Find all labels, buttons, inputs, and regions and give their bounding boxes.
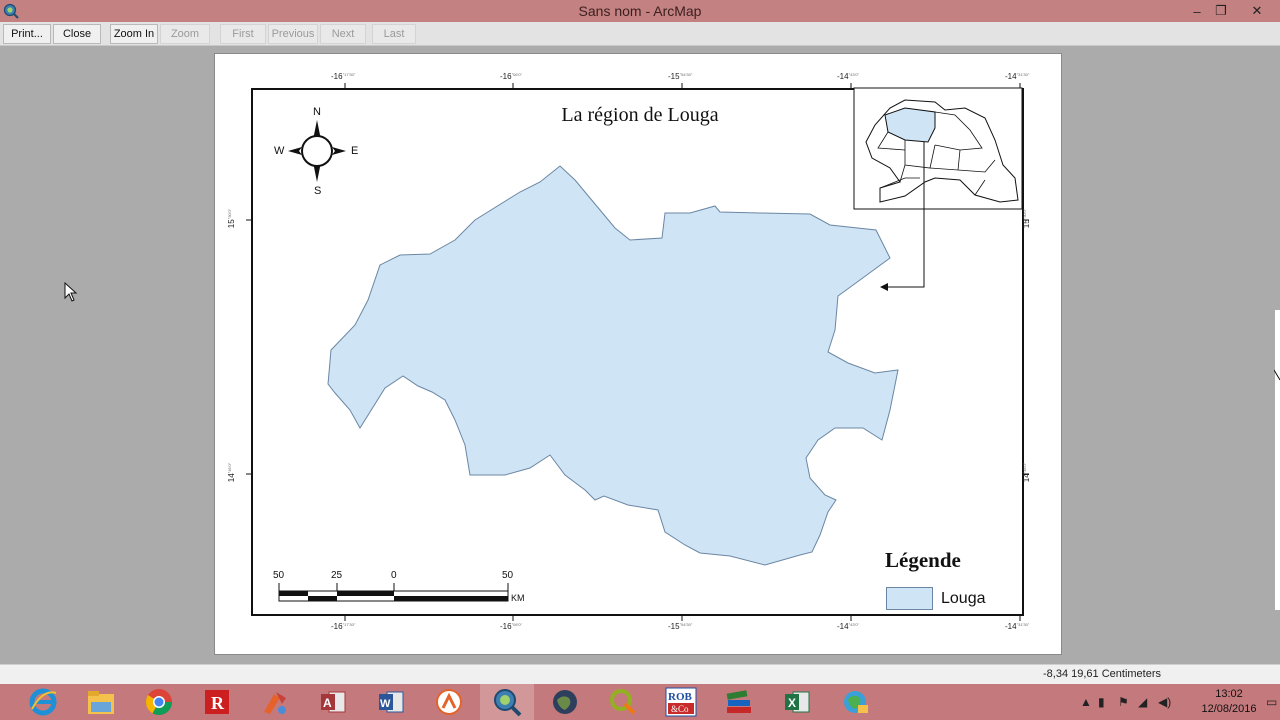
left-tick-label: 14°45'0" [227,462,237,483]
bottom-tick-label: -16°06'0" [500,622,523,631]
map-title: La région de Louga [561,104,719,126]
arcmap-taskbar-icon[interactable] [480,684,534,720]
file-explorer-icon[interactable] [74,684,128,720]
paint-app-icon[interactable] [248,684,302,720]
network-signal-icon[interactable]: ◢ [1138,695,1158,709]
red-r-app-icon[interactable]: R [190,684,244,720]
louga-region-polygon[interactable] [327,165,899,566]
status-bar: -8,34 19,61 Centimeters [0,664,1280,684]
compass-south-label: S [314,185,322,197]
north-arrow-icon [288,120,346,182]
scale-label: 50 [502,570,514,581]
legend-title: Légende [885,548,961,572]
top-tick-label: -15°54'30" [668,72,693,81]
svg-text:X: X [788,696,796,710]
taskbar-clock[interactable]: 13:02 12/08/2016 [1196,687,1262,717]
access-icon[interactable]: A [306,684,360,720]
word-icon[interactable]: W [364,684,418,720]
internet-explorer-icon[interactable] [16,684,70,720]
network-globe-icon[interactable] [828,684,882,720]
show-hidden-icons-icon[interactable]: ▲ [1080,695,1094,709]
notifications-icon[interactable]: ▭ [1266,684,1277,720]
scale-unit-label: KM [511,593,525,603]
clock-date: 12/08/2016 [1201,703,1257,715]
rob-co-app-icon[interactable]: ROB &Co [654,684,708,720]
top-tick-label: -16°17'30" [331,72,356,81]
excel-icon[interactable]: X [770,684,824,720]
compass-east-label: E [351,145,359,157]
legend-item-label: Louga [941,590,986,607]
globe-app-icon[interactable] [538,684,592,720]
right-tick-label: 14°45'0" [1022,462,1032,483]
inset-pointer-arrowhead [880,283,888,291]
scale-label: 50 [273,570,285,581]
top-tick-label: -14°43'0" [837,72,860,81]
compass-west-label: W [274,145,285,157]
chrome-icon[interactable] [132,684,186,720]
compass-north-label: N [313,106,321,118]
battery-icon[interactable]: ▮ [1098,695,1118,709]
svg-text:R: R [211,693,225,713]
system-tray: ▲ ▮ ⚑ ◢ ◀) [1080,684,1178,720]
scale-label: 25 [331,570,343,581]
mouse-cursor-icon [64,282,78,302]
scale-label: 0 [391,570,397,581]
legend-swatch [886,587,933,610]
books-app-icon[interactable] [712,684,766,720]
bottom-tick-label: -16°17'30" [331,622,356,631]
taskbar: R A W ROB &Co X ▲ ▮ ⚑ ◢ ◀) ▭ [0,684,1280,720]
qgis-icon[interactable] [596,684,650,720]
volume-icon[interactable]: ◀) [1158,695,1178,709]
clock-time: 13:02 [1215,688,1243,700]
svg-text:ROB: ROB [668,691,693,703]
svg-text:&Co: &Co [671,704,689,714]
svg-text:A: A [323,696,332,710]
bottom-tick-label: -14°31'30" [1005,622,1030,631]
bottom-tick-label: -15°54'30" [668,622,693,631]
edge-fragment [1274,310,1280,610]
top-tick-label: -14°31'30" [1005,72,1030,81]
svg-text:W: W [380,698,391,710]
cursor-coordinates: -8,34 19,61 Centimeters [1043,668,1162,680]
left-tick-label: 15°30'0" [227,208,237,229]
top-tick-label: -16°06'0" [500,72,523,81]
bottom-tick-label: -14°43'0" [837,622,860,631]
scale-bar [278,583,509,602]
inset-map-frame [853,87,1023,210]
right-tick-label: 15°30'0" [1022,208,1032,229]
orange-circle-app-icon[interactable] [422,684,476,720]
action-center-flag-icon[interactable]: ⚑ [1118,695,1138,709]
